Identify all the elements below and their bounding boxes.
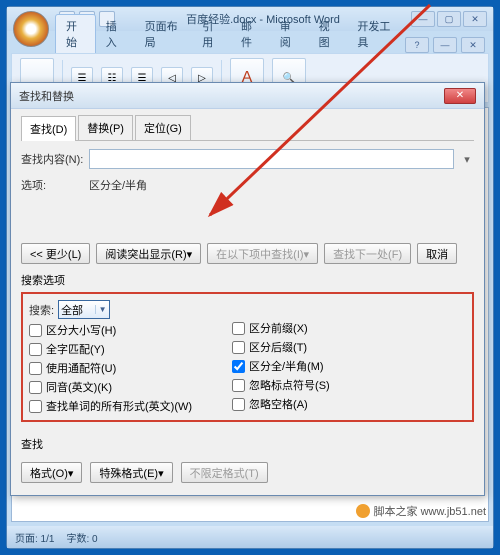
ribbon-mdi-close-icon[interactable]: ✕ [461,37,485,53]
find-in-button[interactable]: 在以下项中查找(I)▾ [207,243,318,264]
ribbon-tab-references[interactable]: 引用 [192,15,231,53]
dialog-title: 查找和替换 [19,88,74,104]
ribbon-tab-insert[interactable]: 插入 [96,15,135,53]
status-words: 字数: 0 [66,530,97,545]
ribbon-tab-mailings[interactable]: 邮件 [231,15,270,53]
find-content-label: 查找内容(N): [21,151,83,167]
ribbon-tabs: 开始 插入 页面布局 引用 邮件 审阅 视图 开发工具 ? — ✕ [7,31,493,53]
status-page: 页面: 1/1 [15,530,54,545]
minimize-button[interactable]: — [411,11,435,27]
search-options-panel: 搜索: 全部▼ 区分大小写(H) 全字匹配(Y) 使用通配符(U) 同音(英文)… [21,292,474,422]
find-replace-dialog: 查找和替换 ✕ 查找(D) 替换(P) 定位(G) 查找内容(N): ▾ 选项:… [10,82,485,496]
ribbon-mdi-min-icon[interactable]: — [433,37,457,53]
reading-highlight-button[interactable]: 阅读突出显示(R)▾ [96,243,201,264]
dialog-close-button[interactable]: ✕ [444,88,476,104]
format-button[interactable]: 格式(O)▾ [21,462,82,483]
ribbon-tab-home[interactable]: 开始 [55,14,96,53]
checkbox-ignore-space[interactable]: 忽略空格(A) [232,396,330,412]
cancel-button[interactable]: 取消 [417,243,457,264]
checkbox-whole-word[interactable]: 全字匹配(Y) [29,341,192,357]
find-dropdown-icon[interactable]: ▾ [460,153,474,166]
checkbox-suffix[interactable]: 区分后缀(T) [232,339,330,355]
find-content-input[interactable] [89,149,454,169]
checkbox-sounds-like[interactable]: 同音(英文)(K) [29,379,192,395]
less-button[interactable]: << 更少(L) [21,243,90,264]
checkbox-match-case[interactable]: 区分大小写(H) [29,322,192,338]
ribbon-help-icon[interactable]: ? [405,37,429,53]
ribbon-tab-view[interactable]: 视图 [309,15,348,53]
tab-find[interactable]: 查找(D) [21,116,76,141]
checkbox-ignore-punct[interactable]: 忽略标点符号(S) [232,377,330,393]
dialog-tabs: 查找(D) 替换(P) 定位(G) [21,115,474,141]
ribbon-tab-review[interactable]: 审阅 [270,15,309,53]
ribbon-tab-layout[interactable]: 页面布局 [135,15,193,53]
watermark-icon [356,504,370,518]
find-next-button[interactable]: 查找下一处(F) [324,243,411,264]
special-format-button[interactable]: 特殊格式(E)▾ [90,462,172,483]
ribbon-tab-developer[interactable]: 开发工具 [347,15,405,53]
checkbox-width[interactable]: 区分全/半角(M) [232,358,330,374]
close-button[interactable]: ✕ [463,11,487,27]
search-options-label: 搜索选项 [21,272,474,288]
status-bar: 页面: 1/1 字数: 0 [7,526,493,548]
watermark: 脚本之家 www.jb51.net [356,503,486,519]
chevron-down-icon: ▼ [95,305,109,314]
search-direction-select[interactable]: 全部▼ [58,300,110,319]
search-direction-label: 搜索: [29,302,54,318]
checkbox-all-forms[interactable]: 查找单词的所有形式(英文)(W) [29,398,192,414]
options-label: 选项: [21,177,83,193]
find-section-label: 查找 [21,436,474,452]
checkbox-prefix[interactable]: 区分前缀(X) [232,320,330,336]
options-value: 区分全/半角 [89,177,147,193]
tab-goto[interactable]: 定位(G) [135,115,191,140]
checkbox-wildcards[interactable]: 使用通配符(U) [29,360,192,376]
maximize-button[interactable]: ▢ [437,11,461,27]
no-format-button[interactable]: 不限定格式(T) [181,462,268,483]
office-button[interactable] [13,11,49,47]
dialog-title-bar[interactable]: 查找和替换 ✕ [11,83,484,109]
tab-replace[interactable]: 替换(P) [78,115,133,140]
